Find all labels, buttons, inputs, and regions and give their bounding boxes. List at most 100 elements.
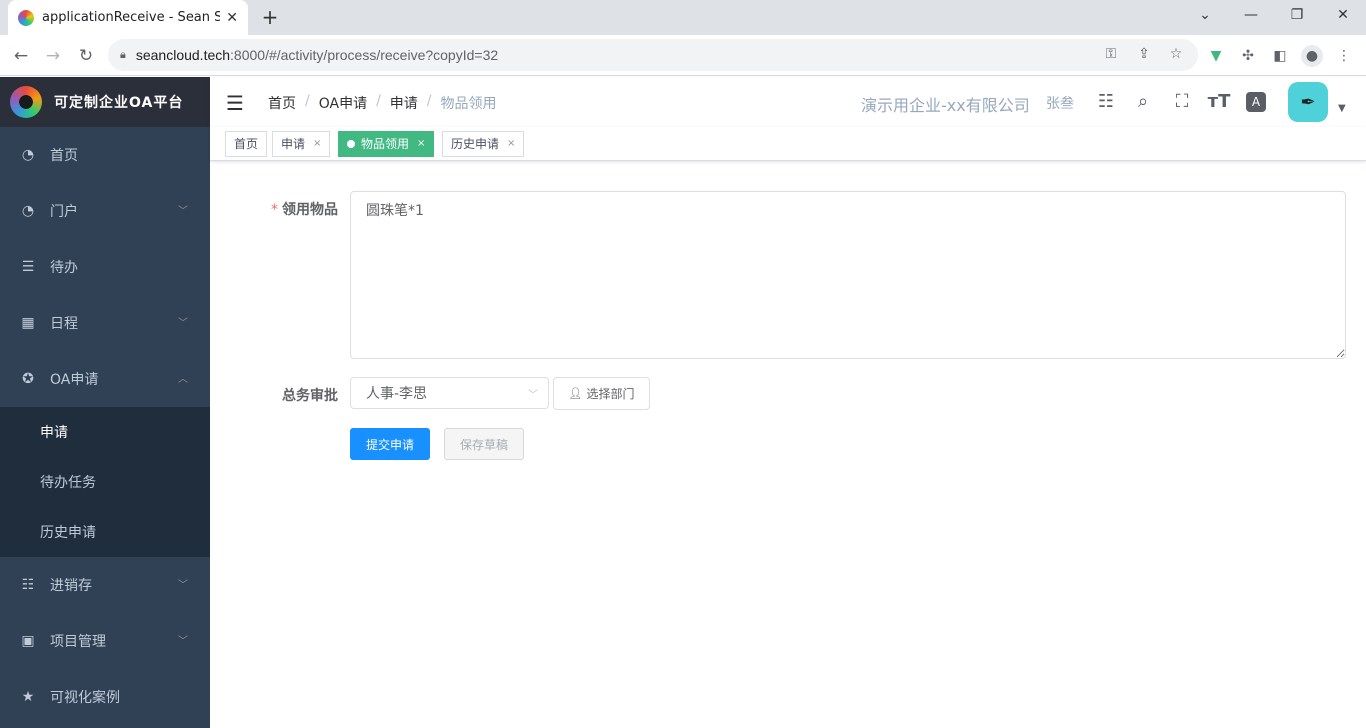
sidebar-item-oa-apply[interactable]: ✪ OA申请 ︿ xyxy=(0,351,210,407)
user-icon: 👤︎ xyxy=(568,387,583,400)
breadcrumb-separator: / xyxy=(426,93,432,109)
close-icon[interactable]: × xyxy=(313,132,321,156)
tab-search-icon[interactable]: ⌄ xyxy=(1182,0,1228,30)
select-department-label: 选择部门 xyxy=(586,387,635,401)
select-department-button[interactable]: 👤︎ 选择部门 xyxy=(553,377,650,410)
url-host: seancloud.tech xyxy=(135,47,231,63)
sidebar-item-todo[interactable]: ☰ 待办 xyxy=(0,239,210,295)
submenu-item-history[interactable]: 历史申请 xyxy=(0,507,210,557)
back-icon[interactable]: ← xyxy=(8,43,34,69)
logo-text: 可定制企业OA平台 xyxy=(54,95,184,111)
sidebar-item-label: 可视化案例 xyxy=(50,690,120,706)
username: 张叁 xyxy=(1046,96,1074,112)
tag-label: 首页 xyxy=(234,137,259,151)
list-icon: ☰ xyxy=(21,259,35,275)
table-icon: ▣ xyxy=(21,633,35,649)
approver-label: 总务审批 xyxy=(282,388,338,404)
menu-list-icon[interactable]: ☷ xyxy=(1093,89,1119,115)
search-icon[interactable]: ⌕ xyxy=(1130,89,1156,115)
chevron-down-icon: ﹀ xyxy=(178,318,188,329)
browser-toolbar: ← → ↻ 🔒︎ seancloud.tech:8000/#/activity/… xyxy=(0,35,1366,76)
new-tab-button[interactable]: + xyxy=(258,6,282,30)
oa-submenu: 申请 待办任务 历史申请 xyxy=(0,407,210,557)
component-icon: ✪ xyxy=(22,371,34,387)
tree-table-icon: ☷ xyxy=(21,577,35,593)
caret-down-icon[interactable]: ▼ xyxy=(1338,103,1346,114)
chevron-down-icon: ﹀ xyxy=(178,580,188,591)
logo-icon xyxy=(10,86,42,118)
lock-icon: 🔒︎ xyxy=(120,48,126,61)
breadcrumb-item[interactable]: 首页 xyxy=(268,93,296,113)
favicon-icon xyxy=(18,9,34,26)
avatar[interactable]: ✒ xyxy=(1288,82,1328,122)
grid-icon: ▦ xyxy=(21,315,35,331)
close-icon[interactable]: × xyxy=(417,132,425,156)
breadcrumb-separator: / xyxy=(305,93,310,109)
sidebar-item-label: 进销存 xyxy=(50,578,92,594)
browser-tab-title: applicationReceive - Sean System xyxy=(42,10,221,25)
close-window-button[interactable]: ✕ xyxy=(1320,0,1366,30)
minimize-button[interactable]: — xyxy=(1228,0,1274,30)
tag-item-receive[interactable]: 物品领用 × xyxy=(338,131,435,157)
text-size-icon[interactable]: ᴛT xyxy=(1206,89,1232,115)
submenu-item-todo-tasks[interactable]: 待办任务 xyxy=(0,457,210,507)
sidebar-item-home[interactable]: ◔ 首页 xyxy=(0,127,210,183)
chevron-down-icon: ﹀ xyxy=(178,636,188,647)
breadcrumb-item[interactable]: 申请 xyxy=(390,93,418,113)
breadcrumb-separator: / xyxy=(376,93,381,109)
tag-apply[interactable]: 申请 × xyxy=(272,131,331,157)
save-draft-button[interactable]: 保存草稿 xyxy=(444,428,524,460)
browser-tabbar: applicationReceive - Sean System ✕ + ⌄ —… xyxy=(0,0,1366,35)
approver-select-value: 人事-李思 xyxy=(366,386,428,402)
breadcrumb: 首页 / OA申请 / 申请 / 物品领用 xyxy=(268,93,497,113)
reload-icon[interactable]: ↻ xyxy=(73,43,99,69)
active-dot-icon xyxy=(347,140,355,148)
translate-icon[interactable]: A xyxy=(1246,92,1266,112)
submit-button[interactable]: 提交申请 xyxy=(350,428,430,460)
browser-tab[interactable]: applicationReceive - Sean System ✕ xyxy=(8,0,248,35)
close-icon[interactable]: × xyxy=(507,132,515,156)
address-bar[interactable]: 🔒︎ seancloud.tech:8000/#/activity/proces… xyxy=(108,39,1198,71)
vue-devtools-icon[interactable]: ▼ xyxy=(1205,45,1227,67)
breadcrumb-current: 物品领用 xyxy=(440,96,497,112)
sidebar-item-label: 首页 xyxy=(50,148,78,164)
approver-select[interactable]: 人事-李思 ﹀ xyxy=(350,377,549,409)
sidebar-item-projects[interactable]: ▣ 项目管理 ﹀ xyxy=(0,613,210,669)
key-icon[interactable]: ⚿ xyxy=(1101,44,1121,64)
fullscreen-icon[interactable]: ⛶ xyxy=(1169,89,1195,115)
profile-icon[interactable]: ● xyxy=(1301,45,1323,67)
tag-home[interactable]: 首页 xyxy=(225,131,268,157)
sidebar-item-schedule[interactable]: ▦ 日程 ﹀ xyxy=(0,295,210,351)
sidebar-item-inventory[interactable]: ☷ 进销存 ﹀ xyxy=(0,557,210,613)
sidebar-item-label: 待办 xyxy=(50,260,78,276)
submenu-item-label: 历史申请 xyxy=(40,525,96,541)
navbar: ☰ 首页 / OA申请 / 申请 / 物品领用 演示用企业-xx有限公司 张叁 … xyxy=(210,77,1366,127)
chevron-down-icon: ﹀ xyxy=(528,390,538,401)
item-label-text: 领用物品 xyxy=(282,202,338,218)
close-tab-icon[interactable]: ✕ xyxy=(226,10,238,26)
star-icon: ★ xyxy=(21,689,35,705)
side-panel-icon[interactable]: ◧ xyxy=(1269,45,1291,67)
hamburger-icon[interactable]: ☰ xyxy=(226,91,244,115)
item-textarea[interactable]: 圆珠笔*1 xyxy=(350,191,1346,359)
breadcrumb-item[interactable]: OA申请 xyxy=(319,93,367,113)
menu-kebab-icon[interactable]: ⋮ xyxy=(1333,45,1355,67)
share-icon[interactable]: ⇪ xyxy=(1134,44,1154,64)
forward-icon[interactable]: → xyxy=(40,43,66,69)
chevron-up-icon: ︿ xyxy=(178,374,188,385)
sidebar-item-visual-cases[interactable]: ★ 可视化案例 xyxy=(0,669,210,725)
sidebar: 可定制企业OA平台 ◔ 首页 ◔ 门户 ﹀ ☰ 待办 ▦ 日程 ﹀ ✪ OA申请… xyxy=(0,77,210,728)
tag-label: 历史申请 xyxy=(451,137,500,151)
tag-history[interactable]: 历史申请 × xyxy=(442,131,525,157)
sidebar-logo[interactable]: 可定制企业OA平台 xyxy=(0,77,210,127)
avatar-image-icon: ✒ xyxy=(1300,91,1316,113)
submenu-item-apply[interactable]: 申请 xyxy=(0,407,210,457)
required-mark: * xyxy=(271,202,278,218)
restore-button[interactable]: ❐ xyxy=(1274,0,1320,30)
bookmark-star-icon[interactable]: ☆ xyxy=(1166,44,1186,64)
submenu-item-label: 待办任务 xyxy=(40,475,96,491)
company-name: 演示用企业-xx有限公司 xyxy=(861,96,1030,115)
tag-label: 物品领用 xyxy=(361,137,410,151)
extensions-icon[interactable]: ✣ xyxy=(1237,45,1259,67)
sidebar-item-portal[interactable]: ◔ 门户 ﹀ xyxy=(0,183,210,239)
